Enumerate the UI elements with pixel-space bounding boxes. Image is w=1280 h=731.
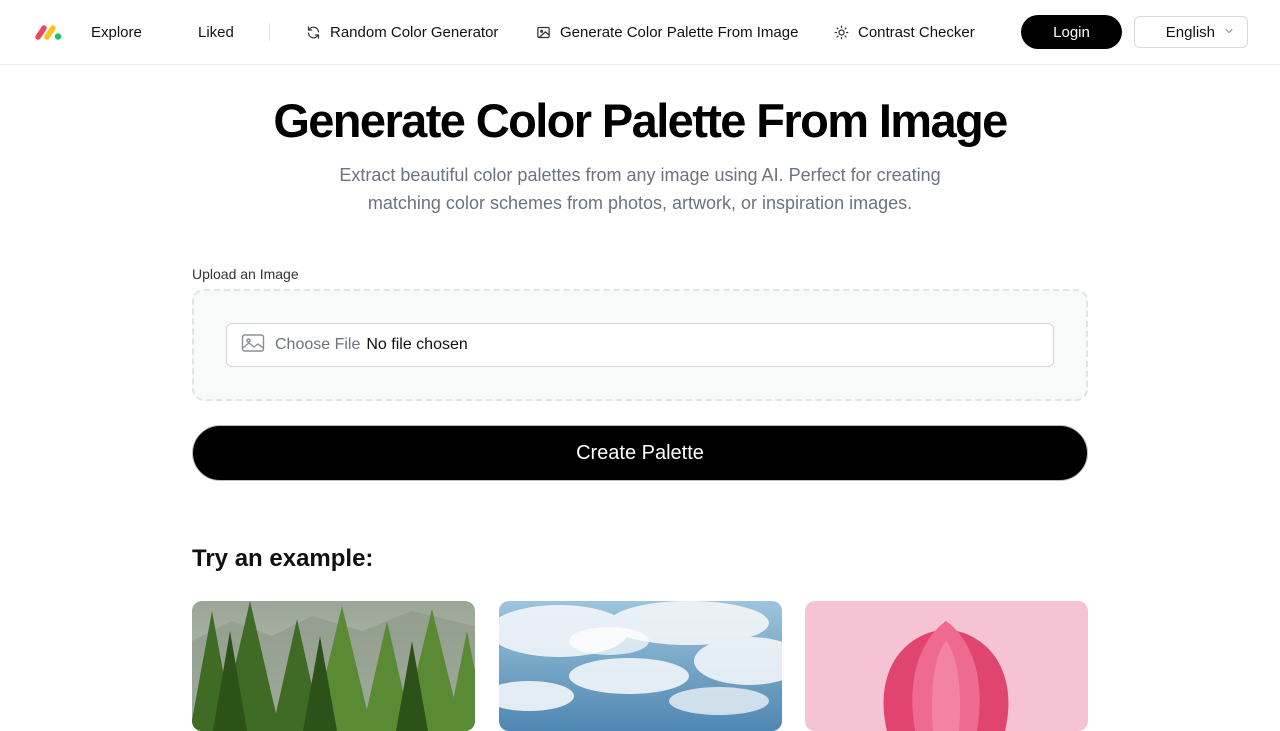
refresh-icon (306, 25, 321, 40)
page-subtitle: Extract beautiful color palettes from an… (310, 161, 970, 217)
nav-generate-from-image-label: Generate Color Palette From Image (560, 23, 799, 41)
nav-liked-label: Liked (198, 23, 234, 41)
nav-random-color-generator[interactable]: Random Color Generator (306, 0, 498, 64)
nav-explore-label: Explore (91, 23, 142, 41)
example-sky-image[interactable] (499, 601, 782, 731)
nav-random-color-generator-label: Random Color Generator (330, 23, 499, 41)
example-tulip-image[interactable] (805, 601, 1088, 731)
page-subtitle-line-1: Extract beautiful color palettes from an… (339, 165, 941, 185)
file-status: No file chosen (366, 336, 468, 353)
example-forest-image[interactable] (192, 601, 475, 731)
chevron-down-icon (1223, 24, 1235, 41)
sun-icon (834, 25, 849, 40)
page-subtitle-line-2: matching color schemes from photos, artw… (367, 193, 913, 213)
top-navbar: Explore Liked Random Color Generator Gen… (0, 0, 1280, 65)
page-title: Generate Color Palette From Image (273, 94, 1008, 147)
image-placeholder-icon (241, 333, 265, 358)
nav-divider (269, 23, 270, 41)
examples-heading: Try an example: (192, 545, 374, 572)
nav-contrast-checker[interactable]: Contrast Checker (834, 0, 975, 64)
nav-explore[interactable]: Explore (91, 0, 142, 64)
logo-icon[interactable] (34, 23, 62, 41)
nav-generate-from-image[interactable]: Generate Color Palette From Image (536, 0, 798, 64)
choose-file-button[interactable]: Choose File (275, 336, 360, 354)
nav-liked[interactable]: Liked (198, 0, 234, 64)
image-icon (536, 25, 551, 40)
language-select[interactable]: English (1134, 16, 1248, 48)
upload-label: Upload an Image (192, 266, 299, 282)
create-palette-button[interactable]: Create Palette (192, 425, 1088, 481)
file-input[interactable]: Choose File No file chosen (226, 323, 1054, 367)
nav-contrast-checker-label: Contrast Checker (858, 23, 975, 41)
login-button[interactable]: Login (1021, 15, 1122, 49)
language-select-value: English (1165, 23, 1215, 41)
